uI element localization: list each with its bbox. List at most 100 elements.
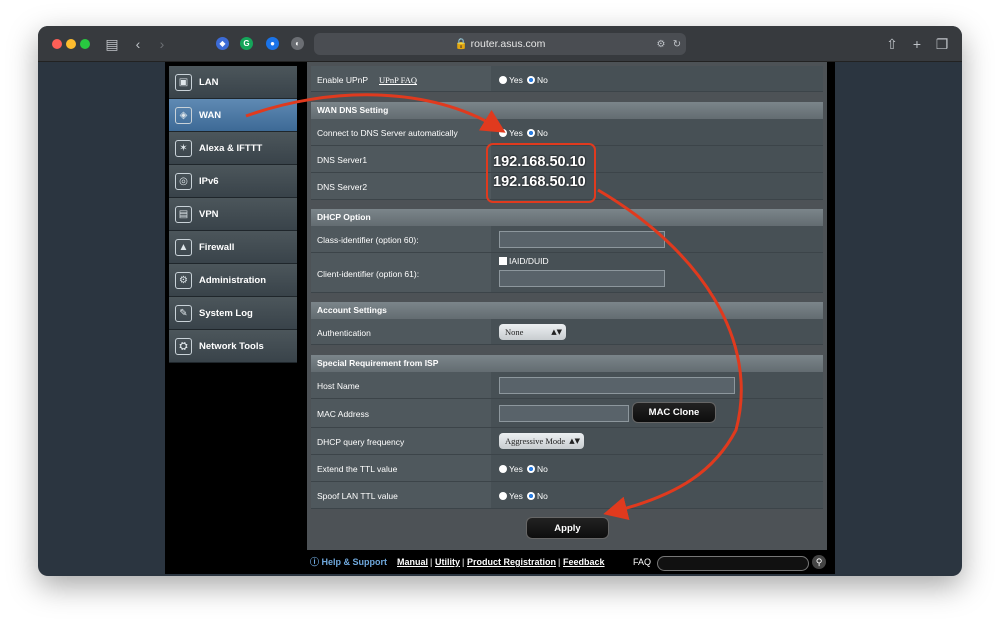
class-identifier-row: Class-identifier (option 60):	[311, 226, 823, 253]
back-icon[interactable]: ‹	[132, 35, 144, 53]
log-icon: ✎	[175, 305, 192, 322]
lock-icon: 🔒	[454, 38, 468, 50]
spoof-ttl-label: Spoof LAN TTL value	[317, 491, 398, 501]
shield-extension-icon[interactable]: ◆	[216, 37, 229, 50]
fire-icon: ▲	[175, 239, 192, 256]
dns-auto-yes-radio[interactable]: Yes	[499, 128, 523, 138]
dhcp-option-heading: DHCP Option	[311, 209, 823, 226]
mac-clone-button[interactable]: MAC Clone	[632, 402, 716, 423]
feedback-link[interactable]: Feedback	[563, 550, 605, 574]
sidebar-item-wan[interactable]: ◈ WAN	[169, 99, 297, 132]
sidebar-item-firewall[interactable]: ▲ Firewall	[169, 231, 297, 264]
upnp-label: Enable UPnP	[317, 75, 369, 85]
globe-icon: ◈	[175, 107, 192, 124]
vpn-icon: ▤	[175, 206, 192, 223]
sidebar-item-lan[interactable]: ▣ LAN	[169, 66, 297, 99]
dns-auto-row: Connect to DNS Server automatically Yes …	[311, 119, 823, 146]
iaid-duid-checkbox[interactable]: IAID/DUID	[499, 256, 549, 266]
reload-icon[interactable]: ↻	[670, 36, 684, 54]
authentication-row: Authentication None ▲▼	[311, 319, 823, 345]
ipv6-icon: ◎	[175, 173, 192, 190]
wan-settings-panel: Enable UPnP UPnP FAQ Yes No WAN DNS Sett…	[307, 62, 827, 574]
minimize-window-button[interactable]	[66, 39, 76, 49]
faq-search-input[interactable]	[657, 556, 809, 571]
privacy-shield-icon[interactable]: ◐	[291, 37, 304, 50]
address-bar[interactable]: 🔒 router.asus.com	[314, 33, 686, 55]
wan-dns-heading: WAN DNS Setting	[311, 102, 823, 119]
sidebar-item-vpn[interactable]: ▤ VPN	[169, 198, 297, 231]
sidebar-item-ipv6[interactable]: ◎ IPv6	[169, 165, 297, 198]
tab-overview-icon[interactable]: ❐	[934, 35, 950, 53]
extend-ttl-row: Extend the TTL value Yes No	[311, 455, 823, 482]
tools-icon: ⛭	[175, 338, 192, 355]
authentication-select[interactable]: None ▲▼	[499, 324, 566, 340]
account-settings-heading: Account Settings	[311, 302, 823, 319]
browser-toolbar: ▤ ‹ › ◆ G ● ◐ 🔒 router.asus.com ⚙ ↻ ⇧ + …	[38, 26, 962, 62]
faq-label: FAQ	[633, 557, 652, 567]
host-name-input[interactable]	[499, 377, 735, 394]
extend-ttl-no-radio[interactable]: No	[527, 464, 548, 474]
sidebar-item-system-log[interactable]: ✎ System Log	[169, 297, 297, 330]
utility-link[interactable]: Utility	[435, 550, 460, 574]
sidebar-item-administration[interactable]: ⚙ Administration	[169, 264, 297, 297]
host-name-row: Host Name	[311, 372, 823, 399]
admin-icon: ⚙	[175, 272, 192, 289]
client-identifier-label: Client-identifier (option 61):	[317, 269, 420, 279]
dhcp-frequency-label: DHCP query frequency	[317, 437, 405, 447]
host-name-label: Host Name	[317, 381, 360, 391]
product-registration-link[interactable]: Product Registration	[467, 550, 556, 574]
upnp-yes-radio[interactable]: Yes	[499, 75, 523, 85]
translate-icon[interactable]: ⚙	[654, 36, 668, 54]
sidebar-menu: ▣ LAN ◈ WAN ✶ Alexa & IFTTT ◎ IPv6 ▤ VPN ▲ Fir…	[169, 66, 297, 366]
grammarly-icon[interactable]: G	[240, 37, 253, 50]
upnp-row: Enable UPnP UPnP FAQ Yes No	[311, 66, 823, 92]
mac-address-input[interactable]	[499, 405, 629, 422]
dns-auto-label: Connect to DNS Server automatically	[317, 128, 458, 138]
help-icon: ⓘ	[310, 557, 320, 567]
dns-highlight-box	[486, 143, 596, 203]
spoof-ttl-row: Spoof LAN TTL value Yes No	[311, 482, 823, 509]
sidebar-item-network-tools[interactable]: ⛭ Network Tools	[169, 330, 297, 363]
class-identifier-label: Class-identifier (option 60):	[317, 235, 419, 245]
extend-ttl-label: Extend the TTL value	[317, 464, 398, 474]
extend-ttl-yes-radio[interactable]: Yes	[499, 464, 523, 474]
class-identifier-input[interactable]	[499, 231, 665, 248]
spoof-ttl-yes-radio[interactable]: Yes	[499, 491, 523, 501]
upnp-faq-link[interactable]: UPnP FAQ	[379, 75, 417, 85]
isp-requirement-heading: Special Requirement from ISP	[311, 355, 823, 372]
dns2-value[interactable]: 192.168.50.10	[493, 174, 586, 190]
password-manager-icon[interactable]: ●	[266, 37, 279, 50]
dns2-label: DNS Server2	[317, 182, 368, 192]
zoom-window-button[interactable]	[80, 39, 90, 49]
mac-address-row: MAC Address MAC Clone	[311, 399, 823, 428]
browser-window: ▤ ‹ › ◆ G ● ◐ 🔒 router.asus.com ⚙ ↻ ⇧ + …	[38, 26, 962, 576]
lan-icon: ▣	[175, 74, 192, 91]
forward-icon[interactable]: ›	[156, 35, 168, 53]
apply-button[interactable]: Apply	[526, 517, 609, 539]
sidebar-item-alexa-ifttt[interactable]: ✶ Alexa & IFTTT	[169, 132, 297, 165]
share-icon[interactable]: ⇧	[884, 35, 900, 53]
dns1-value[interactable]: 192.168.50.10	[493, 154, 586, 170]
dhcp-frequency-row: DHCP query frequency Aggressive Mode ▲▼	[311, 428, 823, 455]
close-window-button[interactable]	[52, 39, 62, 49]
help-support-link[interactable]: ⓘ Help & Support	[310, 550, 387, 574]
upnp-no-radio[interactable]: No	[527, 75, 548, 85]
dhcp-frequency-select[interactable]: Aggressive Mode ▲▼	[499, 433, 584, 449]
spoof-ttl-no-radio[interactable]: No	[527, 491, 548, 501]
search-icon[interactable]: ⚲	[812, 555, 826, 569]
router-page: ▣ LAN ◈ WAN ✶ Alexa & IFTTT ◎ IPv6 ▤ VPN ▲ Fir…	[165, 62, 835, 574]
select-arrows-icon: ▲▼	[551, 328, 562, 336]
manual-link[interactable]: Manual	[397, 550, 428, 574]
client-identifier-row: Client-identifier (option 61): IAID/DUID	[311, 253, 823, 293]
mac-address-label: MAC Address	[317, 409, 369, 419]
client-identifier-input[interactable]	[499, 270, 665, 287]
dns-auto-no-radio[interactable]: No	[527, 128, 548, 138]
select-arrows-icon: ▲▼	[569, 437, 580, 445]
authentication-label: Authentication	[317, 328, 371, 338]
new-tab-icon[interactable]: +	[909, 35, 925, 53]
page-footer: ⓘ Help & Support Manual | Utility | Prod…	[307, 550, 827, 574]
sidebar-toggle-icon[interactable]: ▤	[104, 35, 120, 53]
dns1-label: DNS Server1	[317, 155, 368, 165]
url-text: router.asus.com	[470, 38, 546, 50]
alexa-icon: ✶	[175, 140, 192, 157]
